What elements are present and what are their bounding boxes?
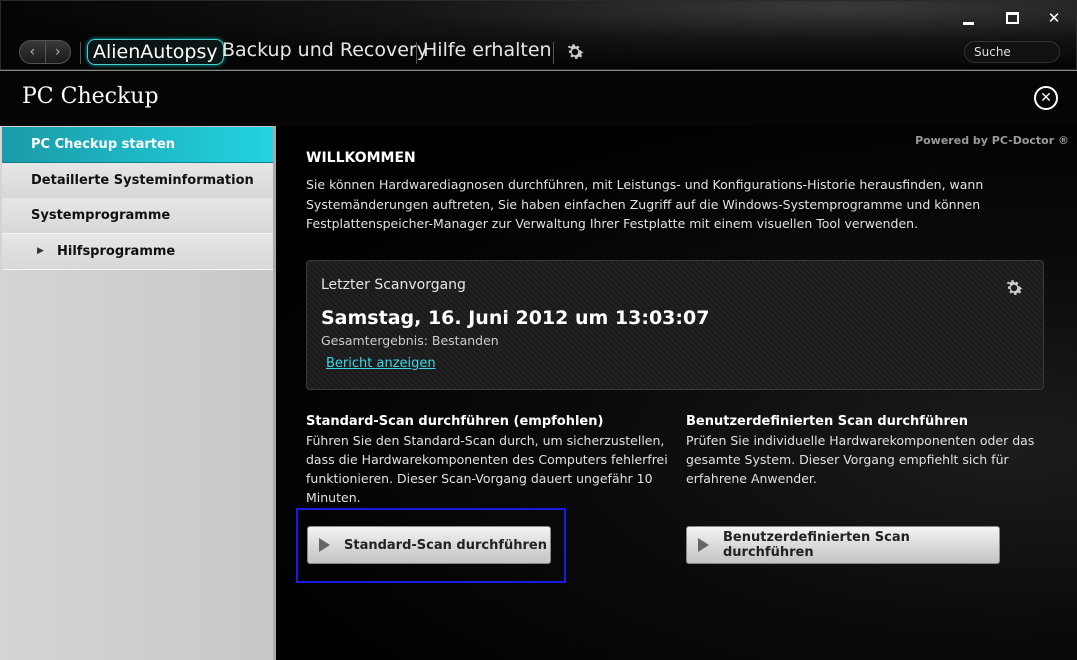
sidebar-item-systeminformation[interactable]: Detaillerte Systeminformation bbox=[2, 163, 273, 199]
welcome-text: Sie können Hardwarediagnosen durchführen… bbox=[306, 177, 984, 231]
tab-backup-und-recovery[interactable]: Backup und Recovery bbox=[222, 39, 428, 61]
forward-arrow-icon[interactable]: › bbox=[46, 41, 71, 63]
custom-scan-button[interactable]: Benutzerdefinierten Scan durchführen bbox=[686, 526, 1000, 564]
expand-arrow-icon[interactable]: ▶ bbox=[37, 246, 44, 256]
top-bar: ‹ › AlienAutopsy Backup und Recovery Hil… bbox=[0, 0, 1077, 70]
close-window-icon[interactable]: ✕ bbox=[1040, 7, 1068, 29]
close-icon[interactable]: ✕ bbox=[1034, 86, 1058, 110]
divider bbox=[553, 42, 554, 64]
minimize-icon[interactable] bbox=[954, 7, 982, 29]
last-scan-date: Samstag, 16. Juni 2012 um 13:03:07 bbox=[321, 307, 710, 329]
settings-gear-icon[interactable] bbox=[564, 41, 586, 63]
custom-scan-section: Benutzerdefinierten Scan durchführen Prü… bbox=[686, 414, 1056, 488]
sidebar-item-hilfsprogramme[interactable]: ▶ Hilfsprogramme bbox=[2, 234, 273, 270]
divider bbox=[416, 42, 417, 64]
sidebar-item-pc-checkup-starten[interactable]: PC Checkup starten bbox=[2, 127, 273, 163]
tab-hilfe-erhalten[interactable]: Hilfe erhalten bbox=[423, 39, 552, 61]
view-report-link[interactable]: Bericht anzeigen bbox=[326, 356, 436, 371]
main-content: Powered by PC-Doctor ® WILLKOMMEN Sie kö… bbox=[276, 126, 1077, 660]
sidebar-item-systemprogramme[interactable]: Systemprogramme bbox=[2, 198, 273, 234]
custom-scan-button-label: Benutzerdefinierten Scan durchführen bbox=[723, 530, 910, 560]
maximize-icon[interactable] bbox=[998, 7, 1026, 29]
page-header: PC Checkup ✕ bbox=[0, 70, 1077, 126]
tab-alienautopsy[interactable]: AlienAutopsy bbox=[87, 39, 224, 65]
powered-by-label: Powered by PC-Doctor ® bbox=[915, 134, 1069, 147]
custom-scan-heading: Benutzerdefinierten Scan durchführen bbox=[686, 414, 968, 429]
play-icon bbox=[698, 538, 709, 552]
welcome-heading: WILLKOMMEN bbox=[306, 150, 416, 166]
scan-settings-gear-icon[interactable] bbox=[1003, 277, 1025, 299]
standard-scan-heading: Standard-Scan durchführen (empfohlen) bbox=[306, 414, 604, 429]
standard-scan-section: Standard-Scan durchführen (empfohlen) Fü… bbox=[306, 414, 671, 507]
sidebar-item-label: Hilfsprogramme bbox=[57, 244, 176, 259]
divider bbox=[80, 42, 81, 64]
last-scan-label: Letzter Scanvorgang bbox=[321, 277, 466, 293]
last-scan-result: Gesamtergebnis: Bestanden bbox=[321, 333, 499, 348]
custom-scan-text: Prüfen Sie individuelle Hardwarekomponen… bbox=[686, 433, 1035, 486]
back-arrow-icon[interactable]: ‹ bbox=[20, 41, 46, 63]
sidebar-item-label: Detaillerte Systeminformation bbox=[31, 173, 254, 188]
standard-scan-text: Führen Sie den Standard-Scan durch, um s… bbox=[306, 433, 668, 505]
standard-scan-button-label: Standard-Scan durchführen bbox=[344, 537, 547, 553]
sidebar-item-label: Systemprogramme bbox=[31, 208, 171, 223]
sidebar: PC Checkup starten Detaillerte Systeminf… bbox=[0, 126, 276, 660]
sidebar-item-label: PC Checkup starten bbox=[31, 137, 176, 152]
search-input[interactable]: Suche bbox=[964, 41, 1060, 63]
page-title: PC Checkup bbox=[22, 84, 159, 109]
nav-arrows: ‹ › bbox=[19, 40, 71, 64]
play-icon bbox=[319, 538, 330, 552]
last-scan-panel: Letzter Scanvorgang Samstag, 16. Juni 20… bbox=[306, 260, 1044, 390]
standard-scan-button[interactable]: Standard-Scan durchführen bbox=[307, 526, 551, 564]
